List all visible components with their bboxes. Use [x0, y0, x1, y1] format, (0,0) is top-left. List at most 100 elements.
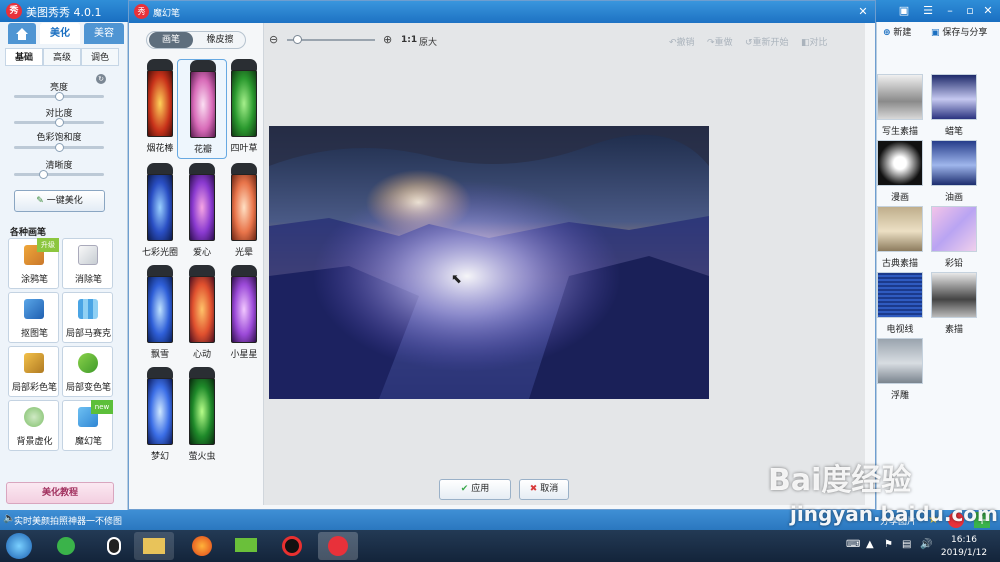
effect-crayon[interactable]: 蜡笔 [931, 74, 977, 137]
baidu-watermark: Bai度经验 [768, 463, 912, 498]
pen-little-stars[interactable]: 小星星 [219, 265, 269, 365]
effect-sketch[interactable]: 写生素描 [877, 74, 923, 137]
eraser-icon [78, 245, 98, 265]
menu-icon[interactable]: ☰ [920, 3, 936, 19]
clock-date[interactable]: 2019/1/12 [936, 548, 992, 558]
flag-icon[interactable]: ⚑ [884, 539, 893, 550]
slider-knob[interactable] [39, 170, 48, 179]
sharpness-label: 清晰度 [45, 161, 73, 171]
status-message[interactable]: 实时美颜拍照神器一不修图 [14, 514, 122, 527]
apply-button[interactable]: ✔ 应用 [439, 479, 511, 500]
pen-firefly[interactable]: 萤火虫 [177, 367, 227, 467]
effect-emboss[interactable]: 浮雕 [877, 338, 923, 401]
taskbar-media[interactable] [226, 532, 266, 560]
zoom-slider[interactable] [287, 35, 375, 44]
pen-halo[interactable]: 光晕 [219, 163, 269, 263]
folder-icon [143, 538, 165, 554]
tutorial-button[interactable]: 美化教程 [6, 482, 114, 504]
effect-oil[interactable]: 油画 [931, 140, 977, 203]
doodle-pen-tool[interactable]: 升级 涂鸦笔 [8, 238, 59, 289]
home-tab[interactable] [8, 23, 36, 44]
undo-label: 撤销 [676, 38, 695, 48]
zoom-out-icon[interactable]: ⊖ [269, 33, 278, 46]
effect-color-pencil[interactable]: 彩铅 [931, 206, 977, 269]
restart-button[interactable]: ↺重新开始 [745, 35, 789, 48]
effect-classic-sketch[interactable]: 古典素描 [877, 206, 923, 269]
effect-label: 写生素描 [881, 127, 918, 137]
pen-clover[interactable]: 四叶草 [219, 59, 269, 159]
subtab-advanced[interactable]: 高级 [43, 48, 81, 66]
recolor-pen-tool[interactable]: 局部变色笔 [62, 346, 113, 397]
taskbar-meitu[interactable] [318, 532, 358, 560]
mosaic-tool[interactable]: 局部马赛克 [62, 292, 113, 343]
dialog-close-button[interactable]: ✕ [855, 4, 871, 20]
saturation-slider[interactable] [14, 143, 104, 152]
contrast-slider[interactable] [14, 118, 104, 127]
one-click-beautify-button[interactable]: ✎ 一键美化 [14, 190, 105, 212]
restart-label: 重新开始 [752, 38, 789, 48]
upgrade-badge: 升级 [37, 238, 59, 252]
undo-button[interactable]: ↶撤销 [669, 35, 695, 48]
app-logo-icon: 秀 [6, 3, 22, 19]
brightness-slider[interactable] [14, 92, 104, 101]
photo-canvas[interactable] [269, 126, 709, 399]
new-button[interactable]: ⊕ 新建 [883, 25, 911, 41]
zoom-ratio[interactable]: 1:1 [401, 35, 417, 45]
effect-comic[interactable]: 漫画 [877, 140, 923, 203]
volume-icon[interactable]: 🔊 [920, 539, 932, 550]
tool-label: 涂鸦笔 [20, 275, 48, 285]
original-size-button[interactable]: 原大 [419, 35, 437, 48]
brush-section-title: 各种画笔 [10, 228, 47, 238]
start-button[interactable] [6, 533, 32, 559]
right-panel: ⊕ 新建 ▣ 保存与分享 写生素描 蜡笔 漫画 油画 古典素描 彩铅 电视线 素… [876, 22, 1000, 510]
media-icon [235, 538, 257, 552]
sharpness-slider[interactable] [14, 170, 104, 179]
slider-knob[interactable] [55, 118, 64, 127]
redo-button[interactable]: ↷重做 [707, 35, 733, 48]
taskbar-explorer[interactable] [134, 532, 174, 560]
cutout-pen-tool[interactable]: 抠图笔 [8, 292, 59, 343]
zoom-knob[interactable] [293, 35, 302, 44]
minimize-button[interactable]: – [942, 3, 958, 19]
blur-background-tool[interactable]: 背景虚化 [8, 400, 59, 451]
compare-button[interactable]: ◧对比 [801, 35, 828, 48]
notification-icon[interactable]: ▣ [896, 3, 912, 19]
eraser-pen-tool[interactable]: 消除笔 [62, 238, 113, 289]
clock-time[interactable]: 16:16 [944, 535, 984, 545]
subtab-color[interactable]: 调色 [81, 48, 119, 66]
taskbar-recorder[interactable] [272, 532, 312, 560]
taskbar-app-1[interactable] [46, 532, 86, 560]
tray-expand-icon[interactable]: ▲ [866, 539, 874, 550]
maximize-button[interactable]: ▫ [962, 3, 978, 19]
tab-brush[interactable]: 画笔 [149, 32, 193, 48]
effect-label: 油画 [944, 193, 963, 203]
tab-eraser[interactable]: 橡皮擦 [197, 32, 243, 48]
taskbar-qq[interactable] [94, 532, 134, 560]
effect-pencil-sketch[interactable]: 素描 [931, 272, 977, 335]
edited-photo[interactable]: ⬉ [269, 126, 709, 399]
color-pen-tool[interactable]: 局部彩色笔 [8, 346, 59, 397]
slider-knob[interactable] [55, 143, 64, 152]
pen-body [147, 70, 173, 137]
effect-label: 彩铅 [944, 259, 963, 269]
magic-pen-tool[interactable]: new 魔幻笔 [62, 400, 113, 451]
record-icon [282, 536, 302, 556]
zoom-in-icon[interactable]: ⊕ [383, 33, 392, 46]
taskbar-firefox[interactable] [182, 532, 222, 560]
effect-label: 素描 [944, 325, 963, 335]
keyboard-icon[interactable]: ⌨ [846, 539, 860, 550]
cancel-button[interactable]: ✖ 取消 [519, 479, 569, 500]
save-share-button[interactable]: ▣ 保存与分享 [931, 25, 987, 41]
network-icon[interactable]: ▤ [902, 539, 911, 550]
magic-wand-icon: ✎ [36, 196, 44, 206]
effect-tv-lines[interactable]: 电视线 [877, 272, 923, 335]
subtab-basic[interactable]: 基础 [5, 48, 43, 66]
tab-beautify[interactable]: 美化 [40, 23, 80, 44]
slider-knob[interactable] [55, 92, 64, 101]
pen-body [189, 378, 215, 445]
dialog-title: 魔幻笔 [153, 9, 181, 19]
compare-icon: ◧ [801, 38, 810, 48]
tab-beauty[interactable]: 美容 [84, 23, 124, 44]
save-icon: ▣ [931, 28, 940, 38]
close-button[interactable]: ✕ [980, 3, 996, 19]
